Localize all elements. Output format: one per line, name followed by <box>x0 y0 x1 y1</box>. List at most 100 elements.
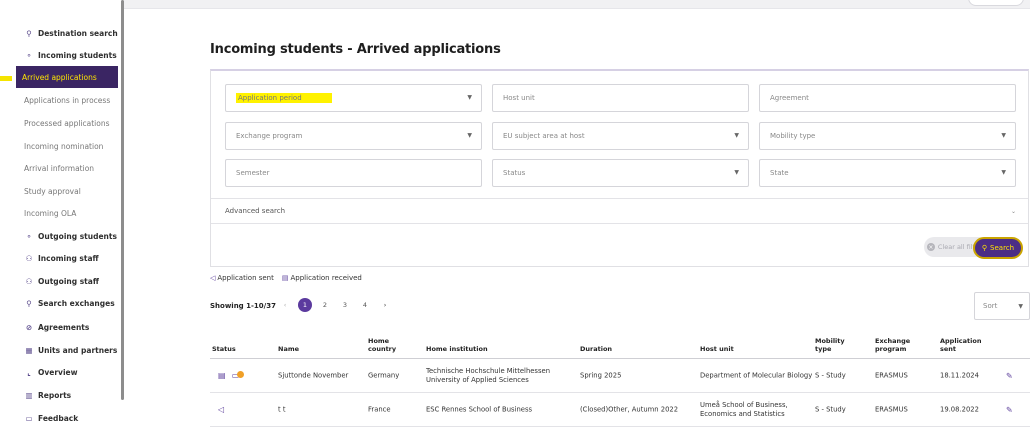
sidebar-item-label: Overview <box>38 367 78 377</box>
page-1[interactable]: 1 <box>298 298 312 312</box>
col-home-country[interactable]: Home country <box>368 337 396 353</box>
send-icon: ◁ <box>210 274 216 282</box>
sidebar-item-arrived-applications[interactable]: Arrived applications <box>16 66 118 88</box>
row-institution-l1: Technische Hochschule Mittelhessen <box>426 366 550 375</box>
sidebar-item-label: Incoming nomination <box>24 141 104 151</box>
table-row[interactable]: ◁ t t France ESC Rennes School of Busine… <box>210 393 1030 427</box>
col-exchange-program[interactable]: Exchange program <box>875 337 910 353</box>
sidebar-item-label: Outgoing staff <box>38 276 99 286</box>
chart-icon: ⌞ <box>27 367 31 377</box>
chevron-down-icon: ⌄ <box>1010 208 1016 215</box>
sidebar-item-label: Incoming students <box>38 50 117 60</box>
sidebar-item-applications-in-process[interactable]: Applications in process <box>0 89 118 111</box>
advanced-search-label: Advanced search <box>225 207 286 215</box>
sidebar-item-reports[interactable]: ▥ Reports <box>0 384 118 406</box>
document-icon: ▤ <box>218 370 226 380</box>
col-exchange-l2: program <box>875 345 907 353</box>
legend-received: Application received <box>290 274 362 282</box>
chevron-down-icon: ▼ <box>1018 303 1023 310</box>
sidebar-item-search-exchanges[interactable]: ⚲ Search exchanges <box>0 292 118 314</box>
advanced-search-toggle[interactable]: Advanced search ⌄ <box>211 198 1028 224</box>
send-icon: ◁ <box>218 404 225 414</box>
staff-icon: ⚇ <box>25 253 33 263</box>
status-select[interactable]: Status ▼ <box>492 159 749 187</box>
col-duration[interactable]: Duration <box>580 345 612 353</box>
sidebar-item-study-approval[interactable]: Study approval <box>0 180 118 202</box>
col-host-unit[interactable]: Host unit <box>700 345 734 353</box>
sidebar-item-incoming-staff[interactable]: ⚇ Incoming staff <box>0 247 118 269</box>
sidebar-item-outgoing-staff[interactable]: ⚇ Outgoing staff <box>0 270 118 292</box>
row-host-unit-l2: Economics and Statistics <box>700 409 785 418</box>
legend-sent: Application sent <box>217 274 274 282</box>
sidebar-item-overview[interactable]: ⌞ Overview <box>0 361 118 383</box>
chevron-left-icon[interactable]: ‹ <box>278 298 292 312</box>
search-label: Search <box>990 244 1015 252</box>
sidebar-item-incoming-students[interactable]: ⚬ Incoming students <box>0 44 118 66</box>
status-label: Status <box>503 169 526 177</box>
filter-panel: Application period ▼ Host unit Agreement… <box>210 69 1029 267</box>
col-exchange-l1: Exchange <box>875 337 911 345</box>
col-application-sent[interactable]: Application sent <box>940 337 981 353</box>
host-unit-input[interactable]: Host unit <box>492 84 749 112</box>
mobility-type-select[interactable]: Mobility type ▼ <box>759 122 1016 150</box>
row-program: ERASMUS <box>875 371 908 379</box>
search-icon: ⚲ <box>26 298 32 308</box>
sidebar-item-destination-search[interactable]: ⚲ Destination search <box>0 22 118 44</box>
sidebar-item-outgoing-students[interactable]: ⚬ Outgoing students <box>0 225 118 247</box>
staff-icon: ⚇ <box>25 276 33 286</box>
row-mobility: S - Study <box>815 405 846 413</box>
chevron-down-icon: ▼ <box>1001 169 1006 176</box>
edit-icon[interactable]: ✎ <box>1006 371 1013 380</box>
agreement-placeholder: Agreement <box>770 94 809 102</box>
agreement-input[interactable]: Agreement <box>759 84 1016 112</box>
top-bar <box>124 0 1030 9</box>
sidebar-item-incoming-ola[interactable]: Incoming OLA <box>0 202 118 224</box>
col-status[interactable]: Status <box>212 345 236 353</box>
sidebar-item-label: Reports <box>38 390 72 400</box>
exchange-program-select[interactable]: Exchange program ▼ <box>225 122 482 150</box>
sidebar-item-label: Study approval <box>24 186 81 196</box>
search-icon: ⚲ <box>26 28 32 38</box>
sidebar-item-feedback[interactable]: ▭ Feedback <box>0 407 118 429</box>
results-count: Showing 1-10/37 <box>210 302 276 310</box>
sidebar-item-arrival-information[interactable]: Arrival information <box>0 157 118 179</box>
col-name[interactable]: Name <box>278 345 299 353</box>
col-home-institution[interactable]: Home institution <box>426 345 488 353</box>
semester-input[interactable]: Semester <box>225 159 482 187</box>
row-duration: Spring 2025 <box>580 371 622 379</box>
page-3[interactable]: 3 <box>338 298 352 312</box>
eu-subject-area-select[interactable]: EU subject area at host ▼ <box>492 122 749 150</box>
row-duration: (Closed)Other, Autumn 2022 <box>580 405 679 413</box>
chevron-down-icon: ▼ <box>734 132 739 139</box>
student-icon: ⚬ <box>25 50 33 60</box>
sort-select[interactable]: Sort ▼ <box>974 292 1030 320</box>
page-2[interactable]: 2 <box>318 298 332 312</box>
feedback-icon: ▭ <box>25 413 33 423</box>
table-row[interactable]: ▤ ▭ Sjuttonde November Germany Technisch… <box>210 359 1030 393</box>
page-4[interactable]: 4 <box>358 298 372 312</box>
highlight-marker <box>0 76 12 81</box>
chevron-right-icon[interactable]: › <box>378 298 392 312</box>
sidebar-item-agreements[interactable]: ⊘ Agreements <box>0 316 118 338</box>
sidebar-scrollbar[interactable] <box>121 0 124 400</box>
col-application-l2: sent <box>940 345 957 353</box>
col-mobility-type[interactable]: Mobility type <box>815 337 845 353</box>
search-button[interactable]: ⚲ Search <box>973 237 1023 259</box>
state-select[interactable]: State ▼ <box>759 159 1016 187</box>
applications-table: Status Name Home country Home institution… <box>210 330 1030 427</box>
sidebar-item-processed-applications[interactable]: Processed applications <box>0 112 118 134</box>
row-institution-l2: University of Applied Sciences <box>426 375 529 384</box>
sidebar-item-label: Feedback <box>38 413 79 423</box>
check-circle-icon: ⊘ <box>25 322 33 332</box>
edit-icon[interactable]: ✎ <box>1006 405 1013 414</box>
top-bar-button[interactable] <box>968 0 1024 6</box>
status-legend: ◁ Application sent ▤ Application received <box>210 274 362 282</box>
application-period-select[interactable]: Application period ▼ <box>225 84 482 112</box>
bar-chart-icon: ▥ <box>25 390 33 400</box>
row-institution: ESC Rennes School of Business <box>426 405 533 413</box>
sidebar-item-incoming-nomination[interactable]: Incoming nomination <box>0 135 118 157</box>
row-program: ERASMUS <box>875 405 908 413</box>
row-country: France <box>368 405 391 413</box>
sidebar-item-units-and-partners[interactable]: ▦ Units and partners <box>0 339 118 361</box>
notification-badge <box>237 370 245 378</box>
